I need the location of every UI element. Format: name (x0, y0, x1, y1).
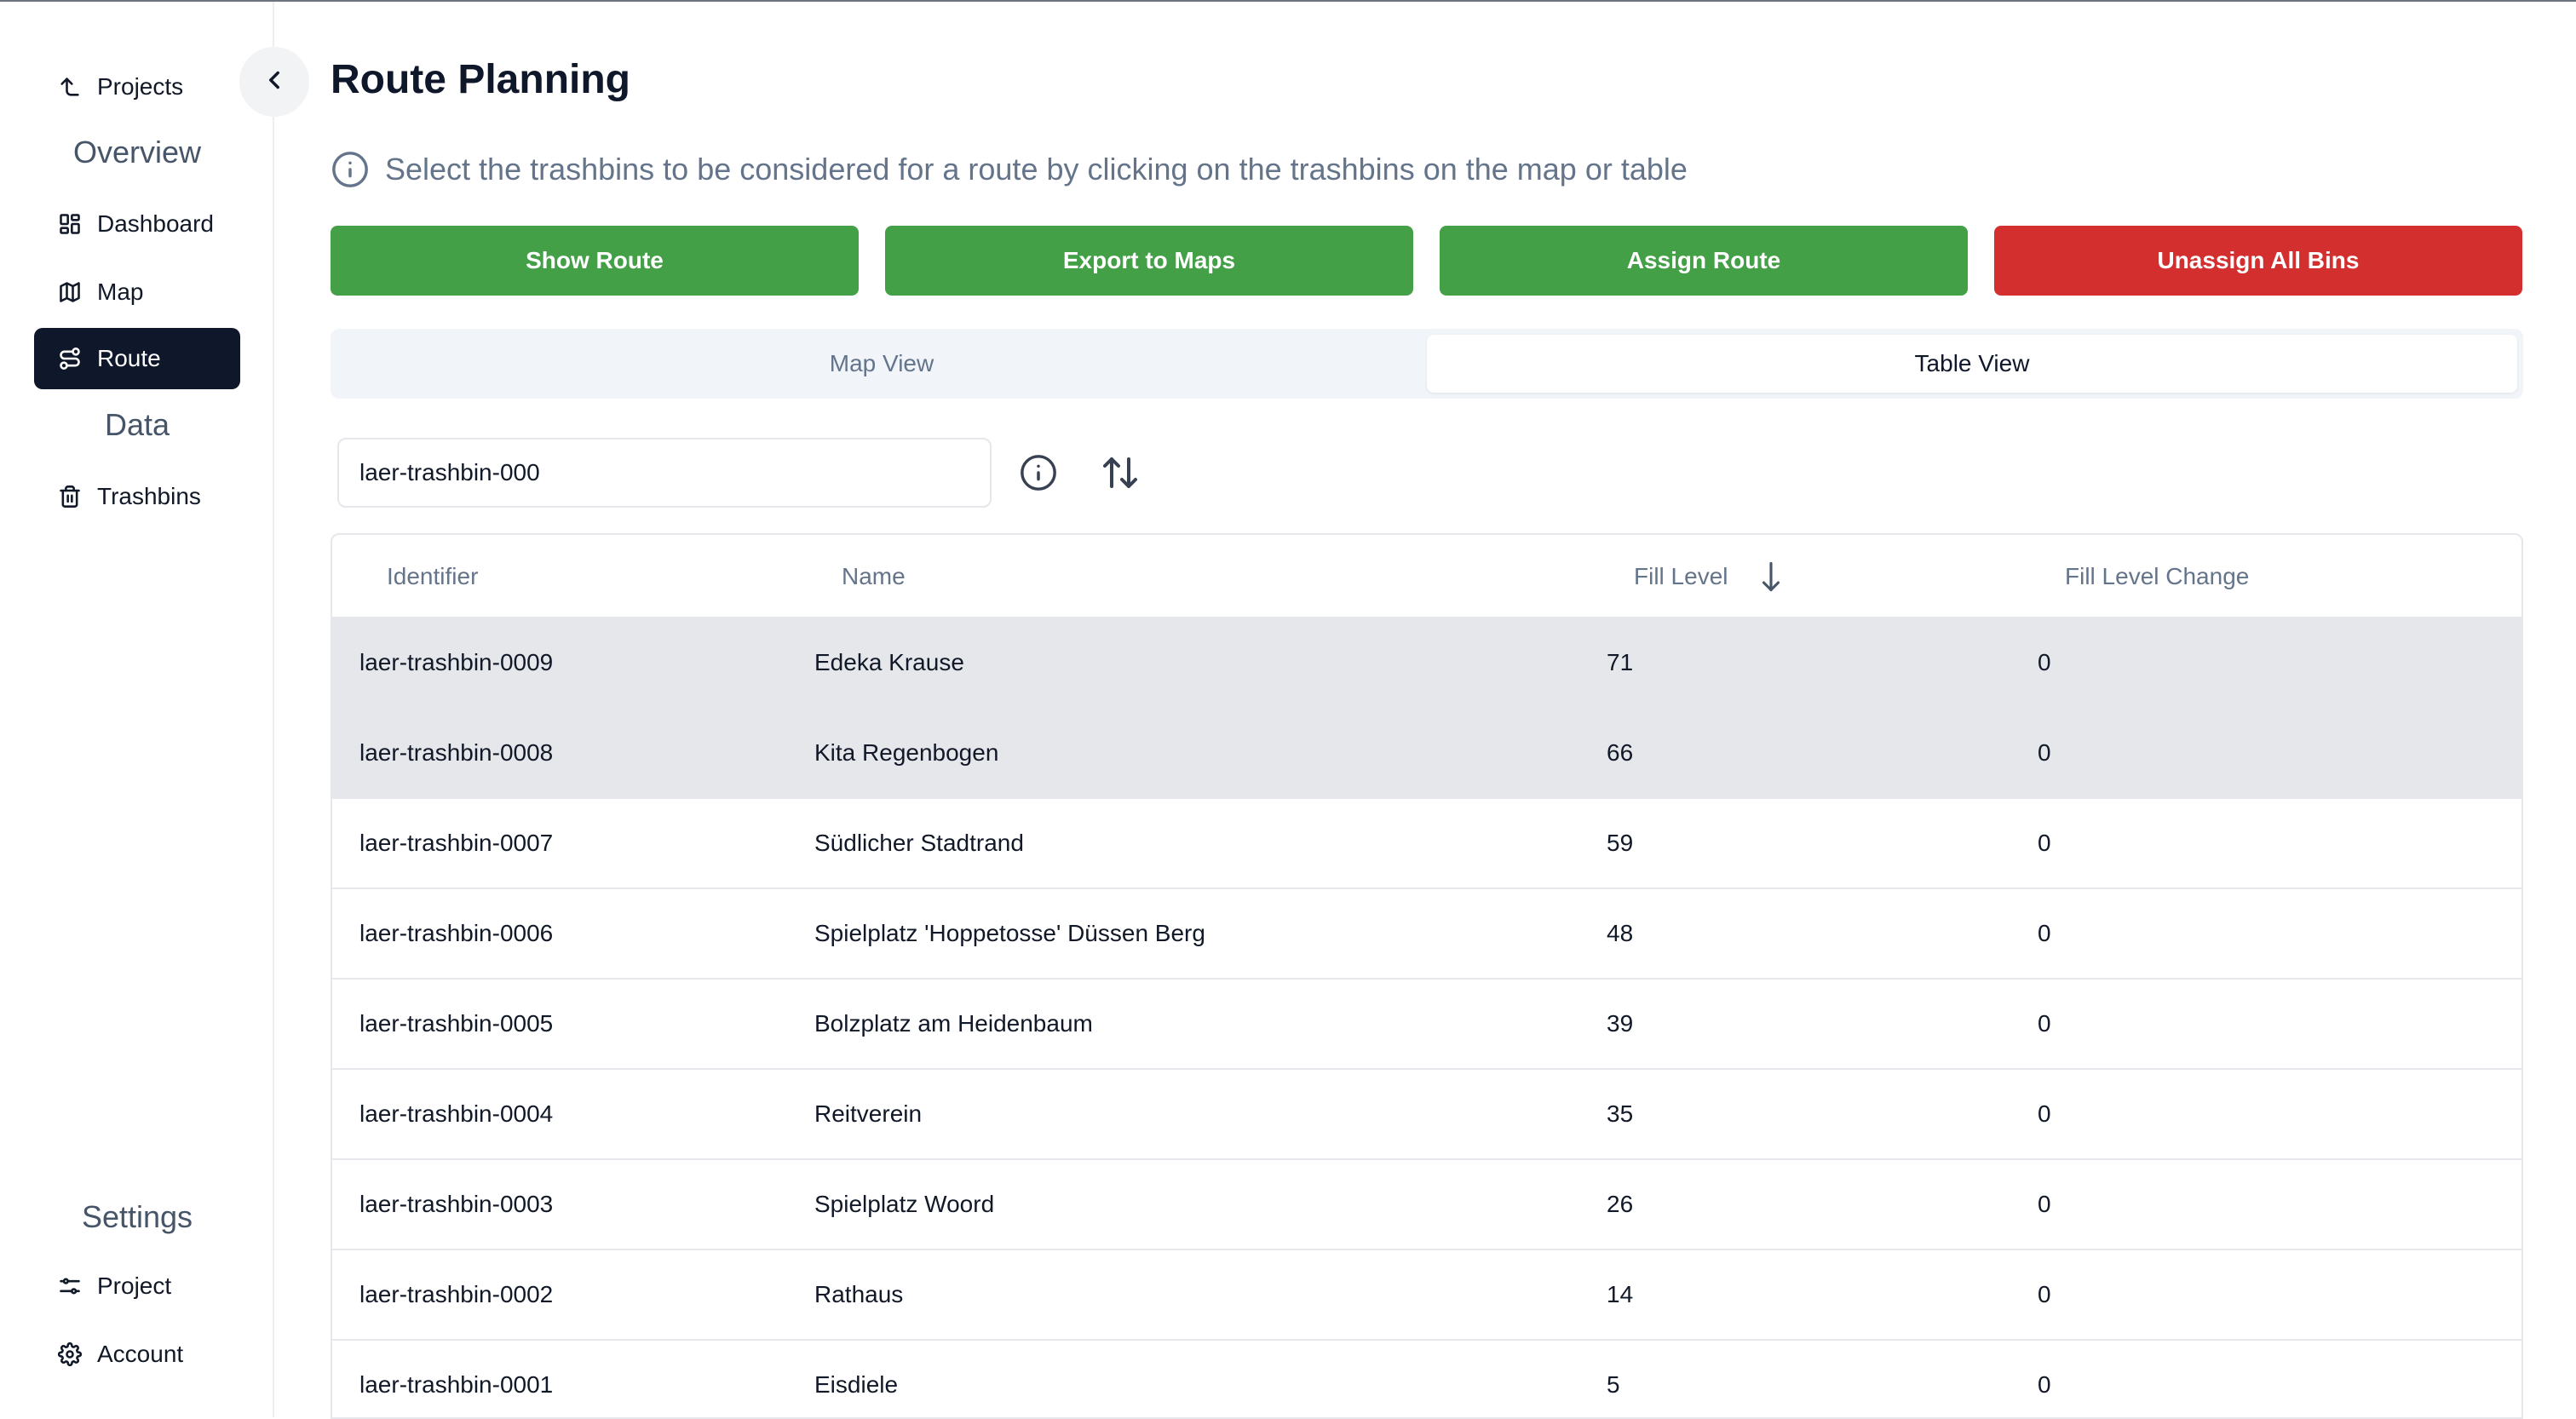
table-row[interactable]: laer-trashbin-0008 Kita Regenbogen 66 0 (332, 709, 2521, 799)
cell-fill-level-change: 0 (2038, 830, 2051, 856)
table-row[interactable]: laer-trashbin-0009 Edeka Krause 71 0 (332, 618, 2521, 709)
cell-identifier: laer-trashbin-0004 (359, 1100, 554, 1127)
cell-fill-level: 59 (1607, 830, 1634, 856)
cell-identifier: laer-trashbin-0009 (359, 649, 554, 675)
table-body: laer-trashbin-0009 Edeka Krause 71 0 laer-tr… (332, 618, 2521, 1417)
cell-fill-level-change: 0 (2038, 1010, 2051, 1037)
cell-fill-level: 35 (1607, 1100, 1634, 1127)
assign-route-button[interactable]: Assign Route (1440, 226, 1968, 296)
cell-fill-level: 71 (1607, 649, 1634, 675)
sidebar-item-route[interactable]: Route (34, 328, 240, 389)
sidebar-item-projects[interactable]: Projects (34, 56, 240, 118)
search-input[interactable] (337, 438, 992, 508)
cell-fill-level: 5 (1607, 1371, 1620, 1398)
view-tabs: Map View Table View (331, 329, 2523, 399)
table-row[interactable]: laer-trashbin-0006 Spielplatz 'Hoppetosse… (332, 889, 2521, 980)
sidebar-item-label: Trashbins (97, 483, 201, 509)
corner-left-up-icon (56, 73, 83, 101)
cell-name: Rathaus (814, 1281, 904, 1307)
cell-identifier: laer-trashbin-0008 (359, 739, 554, 766)
sidebar-item-label: Project (97, 1273, 172, 1299)
sidebar-item-label: Map (97, 279, 144, 305)
tab-table-view[interactable]: Table View (1427, 335, 2517, 393)
show-route-button[interactable]: Show Route (331, 226, 859, 296)
sidebar: Projects Overview Dashboard Map Route Da… (0, 2, 274, 1417)
sidebar-section-data: Data (104, 407, 170, 442)
cell-name: Edeka Krause (814, 649, 964, 675)
trash-icon (56, 483, 83, 510)
cell-fill-level-change: 0 (2038, 1281, 2051, 1307)
sidebar-item-account[interactable]: Account (34, 1324, 240, 1385)
collapse-sidebar-button[interactable] (239, 47, 309, 117)
route-icon (56, 345, 83, 372)
column-header-label: Fill Level (1634, 563, 1728, 589)
cell-name: Bolzplatz am Heidenbaum (814, 1010, 1093, 1037)
table-row[interactable]: laer-trashbin-0003 Spielplatz Woord 26 0 (332, 1160, 2521, 1250)
trashbin-table: Identifier Name Fill Level Fill Level Ch… (331, 533, 2523, 1419)
cell-fill-level-change: 0 (2038, 649, 2051, 675)
column-header-fill-level-change[interactable]: Fill Level Change (2065, 535, 2249, 618)
cell-name: Südlicher Stadtrand (814, 830, 1024, 856)
cell-identifier: laer-trashbin-0001 (359, 1371, 554, 1398)
cell-identifier: laer-trashbin-0006 (359, 920, 554, 946)
sort-arrows-icon[interactable] (1099, 451, 1141, 494)
sliders-icon (56, 1273, 83, 1300)
info-icon (331, 150, 370, 189)
table-row[interactable]: laer-trashbin-0001 Eisdiele 5 0 (332, 1341, 2521, 1417)
cell-fill-level-change: 0 (2038, 920, 2051, 946)
sidebar-section-overview: Overview (72, 135, 202, 169)
cell-name: Kita Regenbogen (814, 739, 999, 766)
cell-name: Eisdiele (814, 1371, 899, 1398)
column-header-identifier[interactable]: Identifier (387, 535, 478, 618)
table-header: Identifier Name Fill Level Fill Level Ch… (332, 535, 2521, 618)
cell-fill-level-change: 0 (2038, 1371, 2051, 1398)
cell-identifier: laer-trashbin-0005 (359, 1010, 554, 1037)
arrow-down-icon (1757, 560, 1785, 594)
table-row[interactable]: laer-trashbin-0007 Südlicher Stadtrand 59 0 (332, 799, 2521, 889)
sidebar-item-label: Dashboard (97, 210, 214, 237)
sidebar-item-map[interactable]: Map (34, 261, 240, 323)
table-row[interactable]: laer-trashbin-0005 Bolzplatz am Heidenbau… (332, 980, 2521, 1070)
sidebar-item-label: Account (97, 1341, 184, 1367)
sidebar-item-trashbins[interactable]: Trashbins (34, 466, 240, 527)
tab-map-view[interactable]: Map View (336, 335, 1427, 393)
cell-identifier: laer-trashbin-0002 (359, 1281, 554, 1307)
cell-fill-level-change: 0 (2038, 1100, 2051, 1127)
sidebar-item-project[interactable]: Project (34, 1255, 240, 1317)
map-icon (56, 279, 83, 306)
hint-text: Select the trashbins to be considered fo… (385, 152, 1688, 187)
table-row[interactable]: laer-trashbin-0002 Rathaus 14 0 (332, 1250, 2521, 1341)
export-to-maps-button[interactable]: Export to Maps (885, 226, 1413, 296)
chevron-left-icon (260, 66, 289, 99)
cell-name: Reitverein (814, 1100, 923, 1127)
cell-name: Spielplatz 'Hoppetosse' Düssen Berg (814, 920, 1205, 946)
cell-fill-level-change: 0 (2038, 739, 2051, 766)
cell-fill-level: 48 (1607, 920, 1634, 946)
column-header-name[interactable]: Name (842, 535, 906, 618)
cell-identifier: laer-trashbin-0007 (359, 830, 554, 856)
cell-name: Spielplatz Woord (814, 1191, 995, 1217)
cell-fill-level-change: 0 (2038, 1191, 2051, 1217)
column-header-fill-level[interactable]: Fill Level (1634, 535, 1785, 618)
sidebar-section-settings: Settings (81, 1199, 193, 1234)
cell-fill-level: 26 (1607, 1191, 1634, 1217)
info-icon[interactable] (1017, 451, 1060, 494)
info-hint: Select the trashbins to be considered fo… (331, 146, 1688, 192)
unassign-all-bins-button[interactable]: Unassign All Bins (1994, 226, 2522, 296)
gear-icon (56, 1341, 83, 1368)
main-content: Route Planning Select the trashbins to b… (274, 2, 2576, 1419)
cell-identifier: laer-trashbin-0003 (359, 1191, 554, 1217)
cell-fill-level: 14 (1607, 1281, 1634, 1307)
sidebar-item-dashboard[interactable]: Dashboard (34, 193, 240, 255)
cell-fill-level: 66 (1607, 739, 1634, 766)
cell-fill-level: 39 (1607, 1010, 1634, 1037)
sidebar-item-label: Projects (97, 73, 184, 100)
sidebar-item-label: Route (97, 345, 161, 371)
page-title: Route Planning (331, 57, 630, 102)
table-row[interactable]: laer-trashbin-0004 Reitverein 35 0 (332, 1070, 2521, 1160)
dashboard-icon (56, 210, 83, 238)
